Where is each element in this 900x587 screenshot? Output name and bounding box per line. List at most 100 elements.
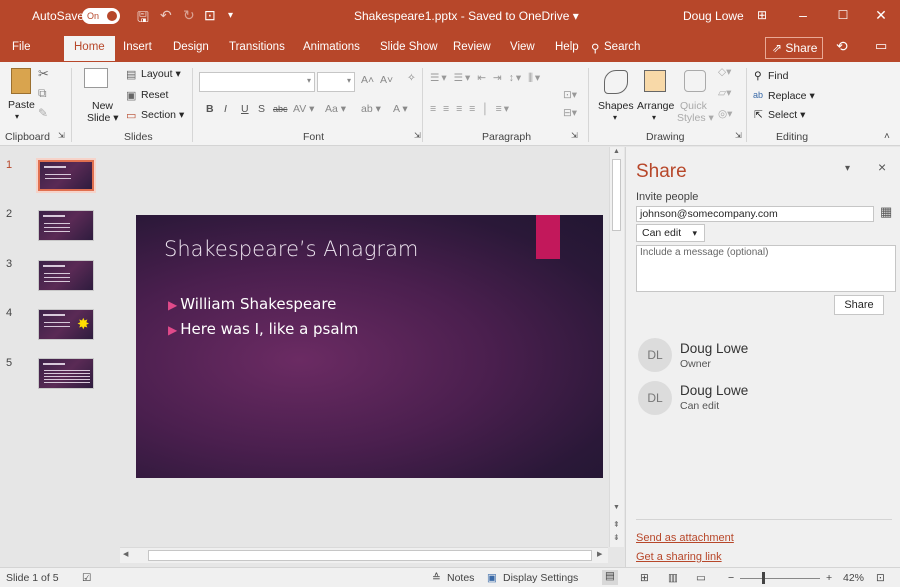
minimize-icon[interactable]: – <box>793 5 813 25</box>
format-painter-icon[interactable]: ✎ <box>38 106 48 120</box>
font-size-combo[interactable]: ▾ <box>317 72 355 92</box>
tab-help[interactable]: Help <box>555 41 579 53</box>
drawing-launcher-icon[interactable]: ⇲ <box>735 131 742 140</box>
shapes-icon[interactable] <box>604 70 628 94</box>
display-settings-button[interactable]: Display Settings <box>503 572 578 584</box>
quick-styles-dropdown[interactable]: Styles ▾ <box>677 112 714 124</box>
reset-button[interactable]: Reset <box>141 89 168 101</box>
share-submit-button[interactable]: Share <box>834 295 884 315</box>
strikethrough-button[interactable]: abc <box>273 104 288 114</box>
save-icon[interactable]: 🖫 <box>137 7 149 31</box>
tab-view[interactable]: View <box>510 41 535 53</box>
scroll-left-icon[interactable]: ◀ <box>123 550 128 558</box>
scroll-thumb[interactable] <box>612 159 621 231</box>
new-slide-icon[interactable] <box>84 68 108 88</box>
slide-title[interactable]: Shakespeare’s Anagram <box>164 237 418 261</box>
reading-view-icon[interactable]: ▥ <box>668 572 678 584</box>
autosave-toggle[interactable]: On <box>82 8 120 24</box>
zoom-slider-thumb[interactable] <box>762 572 765 584</box>
comments-icon[interactable]: ▭ <box>875 38 887 54</box>
text-direction-icon[interactable]: ⊡▾ <box>563 89 577 101</box>
collapse-ribbon-icon[interactable]: ˄ <box>884 131 890 142</box>
new-slide-button[interactable]: New <box>92 100 113 112</box>
char-spacing-icon[interactable]: AV ▾ <box>293 103 314 115</box>
slide-bullet[interactable]: ▶ Here was I, like a psalm <box>168 320 358 338</box>
pane-options-icon[interactable]: ▾ <box>845 163 850 174</box>
shape-outline-icon[interactable]: ▱▾ <box>718 87 731 99</box>
invite-email-input[interactable]: johnson@somecompany.com <box>636 206 874 222</box>
scroll-up-icon[interactable]: ▲ <box>613 148 620 155</box>
maximize-icon[interactable]: ☐ <box>833 5 853 25</box>
replace-button[interactable]: Replace ▾ <box>768 90 815 102</box>
arrange-icon[interactable] <box>644 70 666 92</box>
undo-icon[interactable]: ↶ <box>160 7 172 24</box>
message-field[interactable]: Include a message (optional) <box>636 245 896 292</box>
zoom-slider[interactable] <box>740 578 820 579</box>
copy-icon[interactable]: ⧉ <box>38 86 47 101</box>
close-icon[interactable]: × <box>878 159 886 175</box>
previous-slide-icon[interactable]: ⇞ <box>613 520 620 529</box>
tab-transitions[interactable]: Transitions <box>229 41 285 53</box>
shape-fill-icon[interactable]: ◇▾ <box>718 66 731 78</box>
get-sharing-link[interactable]: Get a sharing link <box>636 551 722 563</box>
scroll-thumb[interactable] <box>148 550 592 561</box>
tab-file[interactable]: File <box>12 41 31 53</box>
horizontal-scrollbar[interactable]: ◀ ▶ <box>120 547 608 563</box>
slideshow-view-icon[interactable]: ▭ <box>696 572 706 584</box>
slide-canvas[interactable]: Shakespeare’s Anagram ▶ William Shakespea… <box>136 215 603 478</box>
zoom-out-icon[interactable]: − <box>728 572 734 584</box>
notes-button[interactable]: Notes <box>447 572 474 584</box>
font-family-combo[interactable]: ▾ <box>199 72 315 92</box>
document-title[interactable]: Shakespeare1.pptx - Saved to OneDrive ▾ <box>354 9 579 23</box>
quick-styles-icon[interactable] <box>684 70 706 92</box>
find-button[interactable]: Find <box>768 70 788 82</box>
font-color-icon[interactable]: A ▾ <box>393 103 408 115</box>
tab-review[interactable]: Review <box>453 41 491 53</box>
new-slide-dropdown[interactable]: Slide ▾ <box>87 112 119 124</box>
bold-button[interactable]: B <box>206 103 214 115</box>
font-launcher-icon[interactable]: ⇲ <box>414 131 421 140</box>
history-icon[interactable]: ⟲ <box>836 38 848 55</box>
paste-icon[interactable] <box>11 68 31 94</box>
tab-slide-show[interactable]: Slide Show <box>380 41 438 53</box>
slide-thumbnail-5[interactable] <box>38 358 94 389</box>
customize-qat-icon[interactable]: ▾ <box>228 10 233 21</box>
slide-thumbnail-3[interactable] <box>38 260 94 291</box>
slide-bullet[interactable]: ▶ William Shakespeare <box>168 295 336 313</box>
close-icon[interactable]: ✕ <box>871 5 891 25</box>
paste-dropdown-icon[interactable]: ▾ <box>15 112 19 121</box>
fit-to-window-icon[interactable]: ⊡ <box>876 572 885 584</box>
alignment-icons[interactable]: ≡ ≡ ≡ ≡ │ ≡▾ <box>430 103 511 115</box>
italic-button[interactable]: I <box>224 103 227 115</box>
tab-insert[interactable]: Insert <box>123 41 152 53</box>
share-button[interactable]: ⇗ Share <box>765 37 823 59</box>
ribbon-display-icon[interactable]: ⊞ <box>752 5 772 25</box>
search-icon[interactable]: ⚲ <box>591 41 599 55</box>
paste-button[interactable]: Paste <box>8 99 35 111</box>
arrange-button[interactable]: Arrange <box>637 100 674 112</box>
grow-font-icon[interactable]: A˄ <box>361 74 374 86</box>
align-text-icon[interactable]: ⊟▾ <box>563 107 577 119</box>
redo-icon[interactable]: ↻ <box>183 7 195 24</box>
tab-home[interactable]: Home <box>64 36 115 61</box>
tab-animations[interactable]: Animations <box>303 41 360 53</box>
zoom-level[interactable]: 42% <box>843 572 864 584</box>
paragraph-launcher-icon[interactable]: ⇲ <box>571 131 578 140</box>
user-name[interactable]: Doug Lowe <box>683 9 744 23</box>
send-as-attachment-link[interactable]: Send as attachment <box>636 532 734 544</box>
section-button[interactable]: Section ▾ <box>141 109 184 121</box>
slide-thumbnail-2[interactable] <box>38 210 94 241</box>
next-slide-icon[interactable]: ⇟ <box>613 533 620 542</box>
normal-view-icon[interactable]: ▤ <box>602 570 618 585</box>
quick-styles-button[interactable]: Quick <box>680 100 707 112</box>
highlight-icon[interactable]: ab ▾ <box>361 103 381 115</box>
scroll-right-icon[interactable]: ▶ <box>597 550 602 558</box>
select-button[interactable]: Select ▾ <box>768 109 805 121</box>
chevron-down-icon[interactable]: ▾ <box>613 113 617 122</box>
spelling-icon[interactable]: ☑ <box>82 572 91 584</box>
shape-effects-icon[interactable]: ◎▾ <box>718 108 732 120</box>
cut-icon[interactable]: ✂ <box>38 66 49 82</box>
change-case-icon[interactable]: Aa ▾ <box>325 103 346 115</box>
slide-sorter-icon[interactable]: ⊞ <box>640 572 649 584</box>
shrink-font-icon[interactable]: A˅ <box>380 74 393 86</box>
